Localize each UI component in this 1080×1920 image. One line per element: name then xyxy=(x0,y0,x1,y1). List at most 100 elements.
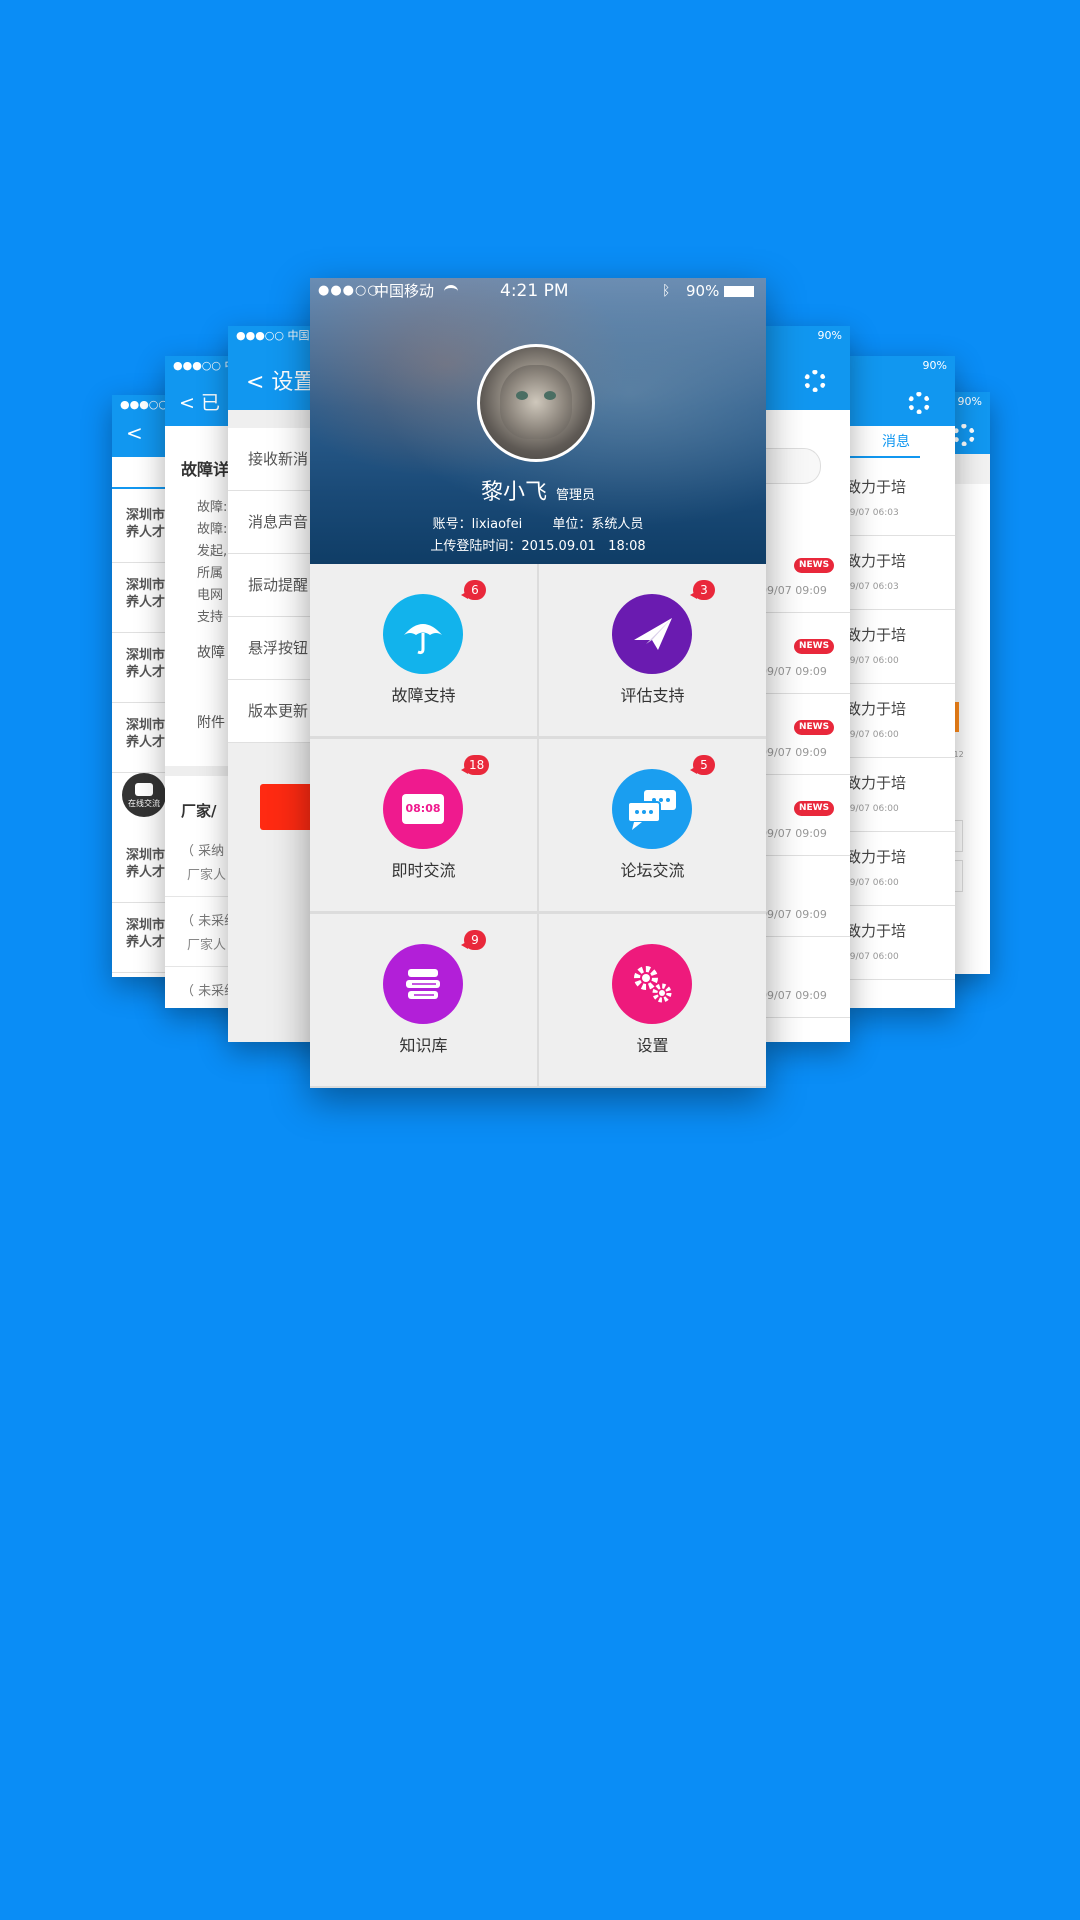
news-item[interactable]: NEWS 09/07 09:09 xyxy=(760,694,850,775)
signal-dots: ●●●○○ xyxy=(318,283,380,298)
message-title: 致力于培 xyxy=(846,700,907,718)
news-item[interactable]: 09/07 09:09 xyxy=(760,856,850,937)
message-date: 09/07 06:00 xyxy=(844,656,899,666)
news-badge: NEWS xyxy=(794,801,835,816)
message-item[interactable]: 致力于培 09/07 06:00 xyxy=(840,906,955,980)
message-date: 09/07 06:00 xyxy=(844,878,899,888)
chat-fab-icon xyxy=(135,783,153,796)
forum-icon xyxy=(612,769,692,849)
notification-badge: 3 xyxy=(690,580,715,600)
tile-gears[interactable]: 设置 xyxy=(539,914,766,1086)
settings-gear-icon[interactable] xyxy=(804,370,826,392)
tile-books[interactable]: 9 知识库 xyxy=(310,914,537,1086)
settings-gear-icon[interactable] xyxy=(953,424,975,446)
news-item[interactable]: 09/07 09:09 xyxy=(760,937,850,1018)
message-item[interactable]: 致力于培 09/07 06:00 xyxy=(840,684,955,758)
umbrella-icon xyxy=(383,594,463,674)
feature-grid: 6 故障支持 3 评估支持 08:08 18 即时交流 5 论坛交流 9 知识库 设置 xyxy=(310,564,766,1088)
screen-home: ●●●○○ 中国移动 4:21 PM ᛒ 90% 黎小飞 管理员 账号：lixi… xyxy=(310,278,766,1088)
message-item[interactable]: 致力于培 09/07 06:03 xyxy=(840,462,955,536)
news-item[interactable]: NEWS 09/07 09:09 xyxy=(760,775,850,856)
cat-eye-left xyxy=(516,391,528,400)
battery-label: 90% xyxy=(686,282,720,300)
tile-label: 即时交流 xyxy=(391,861,456,880)
news-date: 09/07 09:09 xyxy=(760,746,827,759)
tile-umbrella[interactable]: 6 故障支持 xyxy=(310,564,537,736)
battery-icon xyxy=(724,286,754,297)
carrier-label: 中国移动 xyxy=(374,282,435,300)
message-title: 致力于培 xyxy=(846,774,907,792)
chat-bubble-icon: 08:08 xyxy=(383,769,463,849)
detail-line: 故障: xyxy=(197,500,228,515)
profile-name: 黎小飞 xyxy=(480,480,547,505)
message-date: 09/07 06:00 xyxy=(844,952,899,962)
tile-paper-plane[interactable]: 3 评估支持 xyxy=(539,564,766,736)
vendor-heading: 厂家/ xyxy=(181,802,217,820)
message-title: 致力于培 xyxy=(846,478,907,496)
tile-label: 知识库 xyxy=(399,1036,448,1055)
header-bar: 90% xyxy=(760,326,850,410)
back-title[interactable]: < 已 xyxy=(179,388,220,415)
detail-heading: 故障详 xyxy=(181,460,230,479)
tile-label: 设置 xyxy=(636,1036,669,1055)
vendor-sub: 厂家人 xyxy=(187,868,227,883)
screen-message-list: 90% 消息 致力于培 09/07 06:03 致力于培 09/07 06:03 致力于… xyxy=(840,356,955,1008)
cat-face-shape xyxy=(500,365,572,439)
message-item[interactable]: 致力于培 09/07 06:00 xyxy=(840,610,955,684)
cat-eye-right xyxy=(544,391,556,400)
chat-fab[interactable]: 在线交流 xyxy=(122,773,166,817)
news-item[interactable]: NEWS 09/07 09:09 xyxy=(760,532,850,613)
vendor-sub: 厂家人 xyxy=(187,938,227,953)
status-bar: 90% xyxy=(922,359,947,372)
message-date: 09/07 06:03 xyxy=(844,508,899,518)
profile-header: ●●●○○ 中国移动 4:21 PM ᛒ 90% 黎小飞 管理员 账号：lixi… xyxy=(310,278,766,564)
screen-news-list: 90% NEWS 09/07 09:09 NEWS 09/07 09:09 NEWS 09… xyxy=(760,326,850,1042)
detail-line: 电网 xyxy=(197,588,224,603)
status-bar: 90% xyxy=(817,329,842,342)
message-item[interactable]: 致力于培 09/07 06:03 xyxy=(840,536,955,610)
wifi-icon xyxy=(444,285,458,298)
detail-line: 故障: xyxy=(197,522,228,537)
news-item[interactable]: 09/07 09:09 xyxy=(760,1018,850,1042)
message-title: 致力于培 xyxy=(846,552,907,570)
tile-forum[interactable]: 5 论坛交流 xyxy=(539,739,766,911)
notification-badge: 18 xyxy=(460,755,490,775)
account-text: 账号：lixiaofei xyxy=(432,517,523,532)
tab-messages[interactable]: 消息 xyxy=(840,426,920,458)
news-item[interactable]: NEWS 09/07 09:09 xyxy=(760,613,850,694)
news-date: 09/07 09:09 xyxy=(760,584,827,597)
message-title: 致力于培 xyxy=(846,848,907,866)
message-date: 09/07 06:00 xyxy=(844,804,899,814)
settings-title[interactable]: < 设置 xyxy=(246,364,315,396)
tile-label: 评估支持 xyxy=(620,686,685,705)
news-badge: NEWS xyxy=(794,558,835,573)
tile-chat-bubble[interactable]: 08:08 18 即时交流 xyxy=(310,739,537,911)
bluetooth-icon: ᛒ xyxy=(662,283,671,299)
attach-label: 附件 xyxy=(197,715,225,731)
back-button[interactable]: < xyxy=(126,421,143,445)
notification-badge: 5 xyxy=(690,755,715,775)
news-date: 09/07 09:09 xyxy=(760,989,827,1002)
chat-fab-label: 在线交流 xyxy=(128,799,160,808)
news-date: 09/07 09:09 xyxy=(760,665,827,678)
search-field[interactable] xyxy=(760,448,821,484)
profile-role: 管理员 xyxy=(556,488,596,503)
gears-icon xyxy=(612,944,692,1024)
message-title: 致力于培 xyxy=(846,922,907,940)
books-icon xyxy=(383,944,463,1024)
message-title: 致力于培 xyxy=(846,626,907,644)
chat-bubble-shape: 08:08 xyxy=(402,794,444,824)
fault-label: 故障 xyxy=(197,645,225,661)
header-bar: 90% xyxy=(840,356,955,426)
message-item[interactable]: 致力于培 09/07 06:00 xyxy=(840,758,955,832)
settings-gear-icon[interactable] xyxy=(908,392,930,414)
news-badge: NEWS xyxy=(794,639,835,654)
message-date: 09/07 06:03 xyxy=(844,582,899,592)
detail-line: 支持 xyxy=(197,610,224,625)
tile-label: 论坛交流 xyxy=(620,861,685,880)
message-item[interactable]: 致力于培 09/07 06:00 xyxy=(840,832,955,906)
unit-text: 单位：系统人员 xyxy=(552,517,644,532)
login-time: 上传登陆时间：2015.09.01 18:08 xyxy=(430,539,646,554)
clock-label: 4:21 PM xyxy=(500,281,569,301)
avatar[interactable] xyxy=(477,344,595,462)
